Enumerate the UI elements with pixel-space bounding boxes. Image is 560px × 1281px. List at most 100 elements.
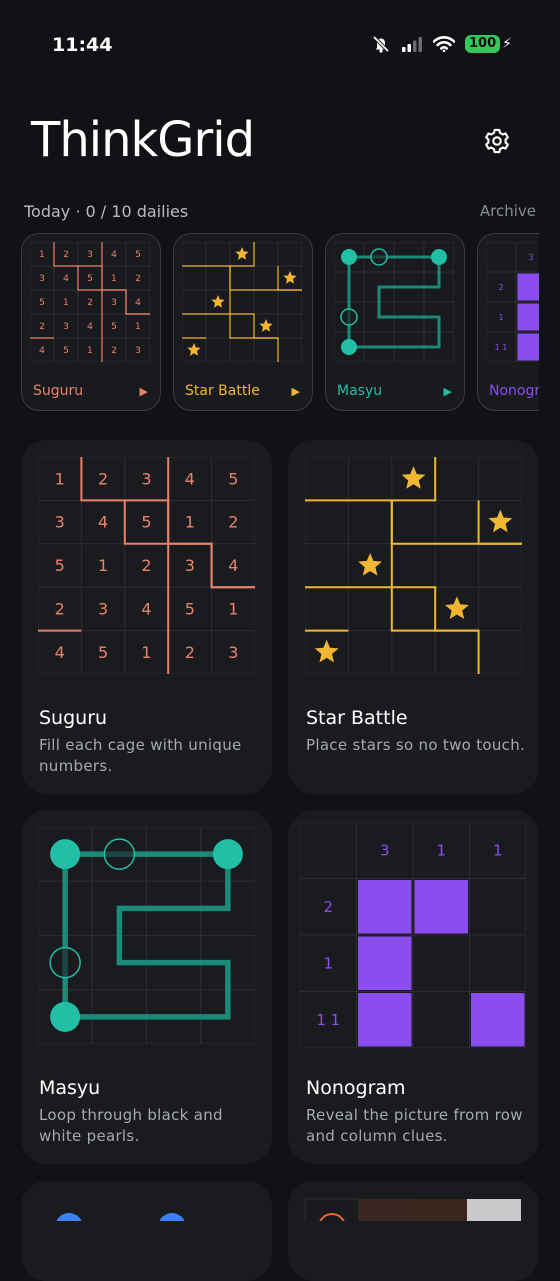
white-pearl — [103, 838, 136, 870]
cell-value: 1 — [63, 298, 69, 308]
white-pearl — [340, 308, 358, 326]
play-icon[interactable]: ▶ — [292, 385, 300, 398]
black-pearl — [212, 839, 243, 870]
cell-value: 2 — [228, 513, 238, 532]
cell-value: 3 — [141, 469, 151, 488]
suguru-mini-board: 1 2 3 4 5 3 4 5 1 2 5 1 2 3 4 2 3 4 5 1 4 5 1 2 3 — [30, 242, 150, 362]
row-clue: 1 — [323, 955, 333, 973]
puzzle-card-nonogram[interactable]: 3 1 1 2 1 1 1 Nonogram Reveal the picture fro… — [288, 810, 539, 1164]
cell-value: 5 — [228, 469, 238, 488]
cell-value: 4 — [87, 322, 93, 332]
cell-value: 4 — [63, 274, 69, 284]
region-border — [305, 499, 522, 545]
daily-strip[interactable]: 1 2 3 4 5 3 4 5 1 2 5 1 2 3 4 2 3 4 5 1 4 5 1 2 3 Suguru ▶ Star … — [21, 233, 539, 413]
star-icon — [445, 596, 469, 619]
cell-value: 3 — [87, 250, 93, 260]
cell-value: 1 — [39, 250, 45, 260]
cell-value: 5 — [63, 346, 69, 356]
archive-link[interactable]: Archive — [480, 202, 536, 220]
pearl-preview — [56, 1213, 185, 1221]
cell-value: 5 — [111, 322, 117, 332]
masyu-board — [38, 827, 255, 1044]
filled-cell — [517, 273, 539, 301]
star-icon — [283, 271, 297, 284]
cell-value: 1 — [185, 513, 195, 532]
daily-card-star-battle[interactable]: Star Battle ▶ — [173, 233, 313, 411]
cell-value: 2 — [55, 600, 65, 619]
star-icon — [187, 343, 201, 356]
status-time: 11:44 — [52, 34, 113, 56]
cell-value: 2 — [87, 298, 93, 308]
puzzle-description: Loop through black and white pearls. — [39, 1106, 223, 1145]
status-icons: 100 ⚡ — [371, 34, 512, 54]
status-bar: 11:44 100 ⚡ — [0, 0, 560, 90]
daily-card-label: Star Battle — [185, 383, 260, 399]
star-battle-mini-board — [182, 242, 302, 362]
puzzle-description: Reveal the picture from row and column c… — [306, 1106, 523, 1145]
daily-card-nonogram[interactable]: 311211 1 Nonogram — [477, 233, 539, 411]
cell-value: 1 — [111, 274, 117, 284]
cell-value: 4 — [39, 346, 45, 356]
column-clue: 1 — [436, 842, 446, 860]
puzzle-title: Masyu — [39, 1077, 101, 1099]
cell-value: 3 — [63, 322, 69, 332]
cell-value: 3 — [228, 643, 238, 662]
puzzle-card-masyu[interactable]: Masyu Loop through black and white pearl… — [21, 810, 272, 1164]
cell-value: 4 — [185, 469, 195, 488]
filled-cell — [358, 880, 412, 934]
cell-value: 3 — [39, 274, 45, 284]
daily-card-masyu[interactable]: Masyu ▶ — [325, 233, 465, 411]
cell-value: 2 — [39, 322, 45, 332]
puzzle-description: Fill each cage with unique numbers. — [39, 736, 242, 775]
cell-value: 4 — [135, 298, 141, 308]
filled-cell — [358, 993, 412, 1047]
puzzle-card-star-battle[interactable]: Star Battle Place stars so no two touch. — [288, 440, 539, 794]
daily-card-label: Suguru — [33, 383, 84, 399]
gear-icon[interactable] — [483, 127, 511, 155]
cell-value: 4 — [98, 513, 108, 532]
cell-value: 4 — [141, 600, 151, 619]
star-icon — [401, 466, 426, 489]
black-pearl — [341, 339, 357, 355]
daily-card-suguru[interactable]: 1 2 3 4 5 3 4 5 1 2 5 1 2 3 4 2 3 4 5 1 4 5 1 2 3 Suguru ▶ — [21, 233, 161, 411]
cell-value: 5 — [185, 600, 195, 619]
row-clue: 2 — [323, 898, 333, 916]
cell-value: 1 — [87, 346, 93, 356]
signal-icon — [402, 37, 423, 52]
play-icon[interactable]: ▶ — [140, 385, 148, 398]
white-pearl — [370, 248, 388, 266]
white-pearl — [49, 946, 81, 979]
cell-value: 5 — [39, 298, 45, 308]
black-pearl — [431, 249, 447, 265]
column-clue: 3 — [528, 253, 533, 262]
cell-value: 1 — [141, 643, 151, 662]
puzzle-card-suguru[interactable]: 1 2 3 4 5 3 4 5 1 2 5 1 2 3 4 2 3 4 5 1 4 5 1 2 3 Suguru Fill ea… — [21, 440, 272, 794]
puzzle-card-next-right[interactable] — [288, 1181, 539, 1281]
puzzle-title: Suguru — [39, 707, 108, 729]
puzzle-title: Nonogram — [306, 1077, 406, 1099]
cell-value: 5 — [135, 250, 141, 260]
filled-cell — [517, 333, 539, 361]
dailies-progress: Today · 0 / 10 dailies — [24, 202, 189, 221]
cell-value: 1 — [228, 600, 238, 619]
column-clue: 3 — [380, 842, 390, 860]
cell-value: 5 — [141, 513, 151, 532]
star-icon — [314, 639, 339, 663]
star-battle-board — [305, 457, 522, 674]
row-clue: 1 1 — [316, 1011, 340, 1029]
charging-icon: ⚡ — [502, 36, 512, 52]
cell-value: 3 — [55, 513, 65, 532]
cell-value: 5 — [55, 556, 65, 575]
cell-value: 3 — [185, 556, 195, 575]
row-clue: 1 1 — [495, 343, 508, 352]
cell-value: 2 — [185, 643, 195, 662]
row-clue: 1 — [498, 313, 503, 322]
cell-value: 1 — [98, 556, 108, 575]
wifi-icon — [433, 36, 456, 52]
daily-card-label: Masyu — [337, 383, 383, 399]
play-icon[interactable]: ▶ — [444, 385, 452, 398]
color-grid-preview — [304, 1198, 521, 1221]
puzzle-title: Star Battle — [306, 707, 408, 729]
suguru-board: 1 2 3 4 5 3 4 5 1 2 5 1 2 3 4 2 3 4 5 1 4 5 1 2 3 — [38, 457, 255, 674]
puzzle-card-next-left[interactable] — [21, 1181, 272, 1281]
